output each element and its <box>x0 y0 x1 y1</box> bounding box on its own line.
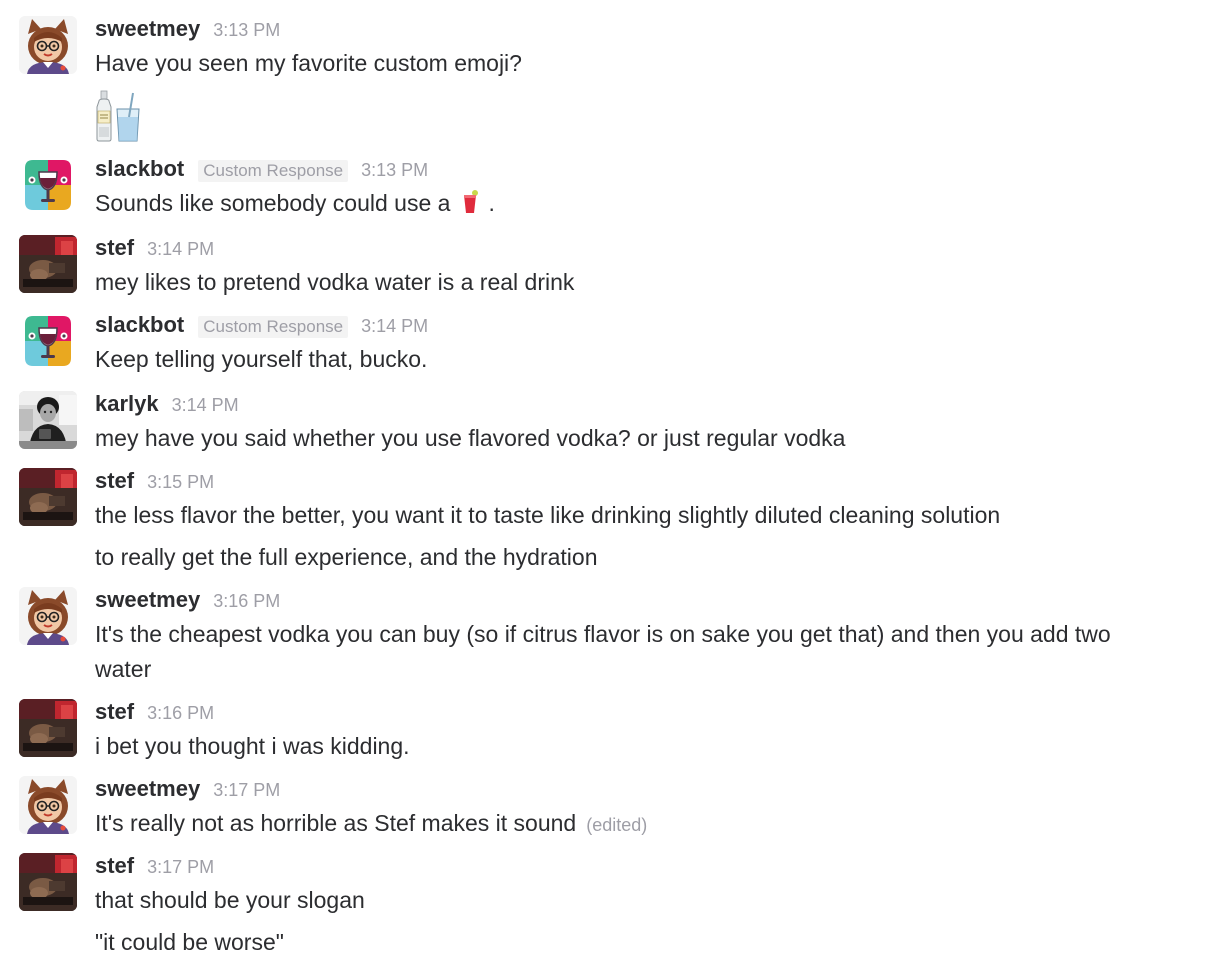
timestamp[interactable]: 3:17 PM <box>147 857 214 878</box>
message-text: water <box>95 656 152 682</box>
author-name[interactable]: slackbot <box>95 312 184 338</box>
message-header: sweetmey 3:16 PM <box>95 585 1220 617</box>
message-text: that should be your slogan <box>95 887 365 913</box>
edited-label: (edited) <box>586 815 648 835</box>
karlyk-photo-avatar[interactable] <box>19 391 77 449</box>
timestamp[interactable]: 3:14 PM <box>147 239 214 260</box>
message-item: stef 3:14 PM mey likes to pretend vodka … <box>0 233 1220 300</box>
timestamp[interactable]: 3:16 PM <box>213 591 280 612</box>
message-item: sweetmey 3:17 PM It's really not as horr… <box>0 774 1220 843</box>
timestamp[interactable]: 3:16 PM <box>147 703 214 724</box>
timestamp[interactable]: 3:14 PM <box>172 395 239 416</box>
stef-photo-avatar[interactable] <box>19 853 77 911</box>
author-name[interactable]: stef <box>95 699 134 725</box>
message-text: the less flavor the better, you want it … <box>95 502 1001 528</box>
message-text: to really get the full experience, and t… <box>95 544 598 570</box>
message-header: karlyk 3:14 PM <box>95 389 1220 421</box>
message-item: sweetmey 3:16 PM It's the cheapest vodka… <box>0 585 1220 687</box>
sweetmey-cat-avatar[interactable] <box>19 776 77 834</box>
cocktail-emoji <box>460 189 480 225</box>
message-item: slackbot Custom Response 3:13 PM Sounds … <box>0 154 1220 225</box>
timestamp[interactable]: 3:15 PM <box>147 472 214 493</box>
message-text: Keep telling yourself that, bucko. <box>95 346 428 372</box>
sweetmey-cat-avatar[interactable] <box>19 587 77 645</box>
message-header: stef 3:16 PM <box>95 697 1220 729</box>
message-text: It's the cheapest vodka you can buy (so … <box>95 621 1111 647</box>
message-header: stef 3:14 PM <box>95 233 1220 265</box>
author-name[interactable]: karlyk <box>95 391 159 417</box>
author-name[interactable]: slackbot <box>95 156 184 182</box>
timestamp[interactable]: 3:13 PM <box>361 160 428 181</box>
stef-photo-avatar[interactable] <box>19 699 77 757</box>
message-header: slackbot Custom Response 3:13 PM <box>95 154 1220 186</box>
message-header: slackbot Custom Response 3:14 PM <box>95 310 1220 342</box>
author-name[interactable]: stef <box>95 468 134 494</box>
message-header: stef 3:17 PM <box>95 851 1220 883</box>
message-header: sweetmey 3:13 PM <box>95 14 1220 46</box>
message-item: sweetmey 3:13 PM Have you seen my favori… <box>0 14 1220 148</box>
message-text: Have you seen my favorite custom emoji? <box>95 50 522 76</box>
message-header: sweetmey 3:17 PM <box>95 774 1220 806</box>
message-item: stef 3:17 PM that should be your slogan … <box>0 851 1220 960</box>
timestamp[interactable]: 3:13 PM <box>213 20 280 41</box>
author-name[interactable]: stef <box>95 853 134 879</box>
author-name[interactable]: stef <box>95 235 134 261</box>
message-item: slackbot Custom Response 3:14 PM Keep te… <box>0 310 1220 377</box>
message-text-part: It's really not as horrible as Stef make… <box>95 810 577 836</box>
custom-response-badge: Custom Response <box>198 160 349 182</box>
message-text: Sounds like somebody could use a . <box>95 186 1220 225</box>
message-text-part: . <box>488 190 495 216</box>
author-name[interactable]: sweetmey <box>95 16 200 42</box>
slackbot-avatar[interactable] <box>19 156 77 214</box>
timestamp[interactable]: 3:17 PM <box>213 780 280 801</box>
slackbot-avatar[interactable] <box>19 312 77 370</box>
author-name[interactable]: sweetmey <box>95 587 200 613</box>
message-text-part: Sounds like somebody could use a <box>95 190 451 216</box>
stef-photo-avatar[interactable] <box>19 235 77 293</box>
message-text: "it could be worse" <box>95 929 284 955</box>
stef-photo-avatar[interactable] <box>19 468 77 526</box>
message-text: i bet you thought i was kidding. <box>95 733 410 759</box>
author-name[interactable]: sweetmey <box>95 776 200 802</box>
message-item: karlyk 3:14 PM mey have you said whether… <box>0 389 1220 456</box>
vodka-water-emoji <box>95 89 145 148</box>
message-text: mey likes to pretend vodka water is a re… <box>95 269 575 295</box>
timestamp[interactable]: 3:14 PM <box>361 316 428 337</box>
custom-response-badge: Custom Response <box>198 316 349 338</box>
message-text: It's really not as horrible as Stef make… <box>95 806 1220 843</box>
sweetmey-cat-avatar[interactable] <box>19 16 77 74</box>
message-text: mey have you said whether you use flavor… <box>95 425 846 451</box>
message-item: stef 3:16 PM i bet you thought i was kid… <box>0 697 1220 764</box>
message-header: stef 3:15 PM <box>95 466 1220 498</box>
message-item: stef 3:15 PM the less flavor the better,… <box>0 466 1220 575</box>
